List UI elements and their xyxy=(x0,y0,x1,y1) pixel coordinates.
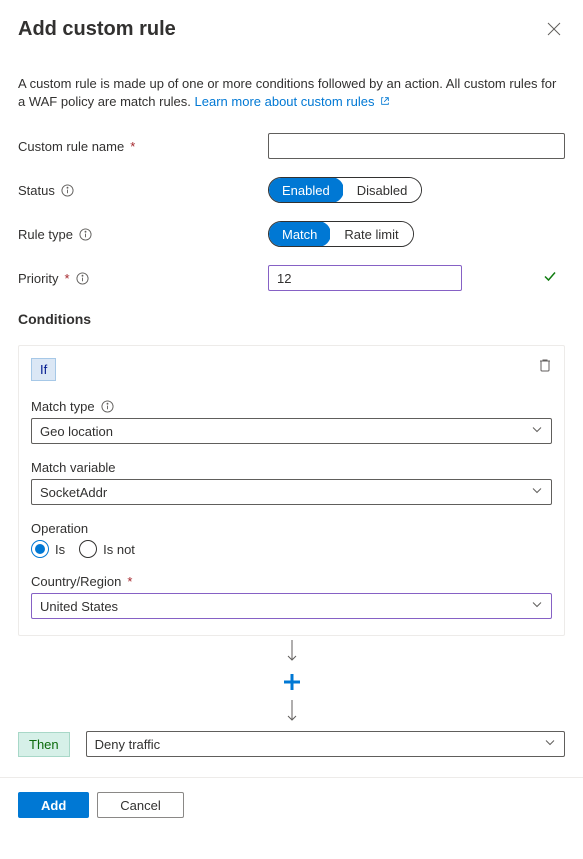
if-badge: If xyxy=(31,358,56,381)
description-text: A custom rule is made up of one or more … xyxy=(18,75,565,111)
info-icon[interactable] xyxy=(79,228,92,241)
operation-is-label: Is xyxy=(55,542,65,557)
close-icon xyxy=(547,22,561,36)
chevron-down-icon xyxy=(531,599,543,614)
cancel-button[interactable]: Cancel xyxy=(97,792,183,818)
add-condition-button[interactable] xyxy=(18,671,565,696)
rule-type-toggle[interactable]: Match Rate limit xyxy=(268,221,414,247)
check-icon xyxy=(543,270,557,287)
match-variable-select[interactable]: SocketAddr xyxy=(31,479,552,505)
info-icon[interactable] xyxy=(76,272,89,285)
arrow-down-icon xyxy=(287,640,297,664)
panel-header: Add custom rule xyxy=(18,18,565,43)
status-label: Status xyxy=(18,183,268,198)
required-asterisk: * xyxy=(127,574,132,589)
radio-checked-icon xyxy=(31,540,49,558)
match-type-select[interactable]: Geo location xyxy=(31,418,552,444)
match-type-label: Match type xyxy=(31,399,552,414)
close-button[interactable] xyxy=(543,18,565,43)
operation-radio-group: Is Is not xyxy=(31,540,552,558)
country-value: United States xyxy=(40,599,118,614)
custom-rule-name-input[interactable] xyxy=(268,133,565,159)
then-action-value: Deny traffic xyxy=(95,737,161,752)
condition-card: If Match type Geo location Match variabl… xyxy=(18,345,565,636)
status-toggle[interactable]: Enabled Disabled xyxy=(268,177,422,203)
custom-rule-name-label: Custom rule name* xyxy=(18,139,268,154)
then-badge: Then xyxy=(18,732,70,757)
priority-label: Priority* xyxy=(18,271,268,286)
arrow-down-icon xyxy=(287,700,297,724)
rule-type-label: Rule type xyxy=(18,227,268,242)
trash-icon xyxy=(538,358,552,372)
chevron-down-icon xyxy=(544,737,556,752)
flow-arrow-down xyxy=(18,636,565,671)
panel-title: Add custom rule xyxy=(18,18,176,41)
then-action-select[interactable]: Deny traffic xyxy=(86,731,565,757)
operation-is-not-radio[interactable]: Is not xyxy=(79,540,135,558)
info-icon[interactable] xyxy=(61,184,74,197)
chevron-down-icon xyxy=(531,424,543,439)
add-button[interactable]: Add xyxy=(18,792,89,818)
delete-condition-button[interactable] xyxy=(538,358,552,375)
chevron-down-icon xyxy=(531,485,543,500)
match-variable-value: SocketAddr xyxy=(40,485,107,500)
flow-arrow-down xyxy=(18,696,565,731)
info-icon[interactable] xyxy=(101,400,114,413)
panel-footer: Add Cancel xyxy=(0,777,583,832)
required-asterisk: * xyxy=(64,271,69,286)
rule-type-match-option[interactable]: Match xyxy=(268,221,331,247)
operation-is-not-label: Is not xyxy=(103,542,135,557)
country-label: Country/Region* xyxy=(31,574,552,589)
rule-type-rate-limit-option[interactable]: Rate limit xyxy=(330,222,412,246)
external-link-icon xyxy=(380,96,390,106)
status-disabled-option[interactable]: Disabled xyxy=(343,178,422,202)
priority-input[interactable] xyxy=(268,265,462,291)
match-variable-label: Match variable xyxy=(31,460,552,475)
learn-more-link[interactable]: Learn more about custom rules xyxy=(195,94,391,109)
conditions-heading: Conditions xyxy=(18,311,565,327)
status-enabled-option[interactable]: Enabled xyxy=(268,177,344,203)
operation-is-radio[interactable]: Is xyxy=(31,540,65,558)
plus-icon xyxy=(283,673,301,691)
country-select[interactable]: United States xyxy=(31,593,552,619)
match-type-value: Geo location xyxy=(40,424,113,439)
learn-more-label: Learn more about custom rules xyxy=(195,94,375,109)
operation-label: Operation xyxy=(31,521,552,536)
required-asterisk: * xyxy=(130,139,135,154)
radio-unchecked-icon xyxy=(79,540,97,558)
